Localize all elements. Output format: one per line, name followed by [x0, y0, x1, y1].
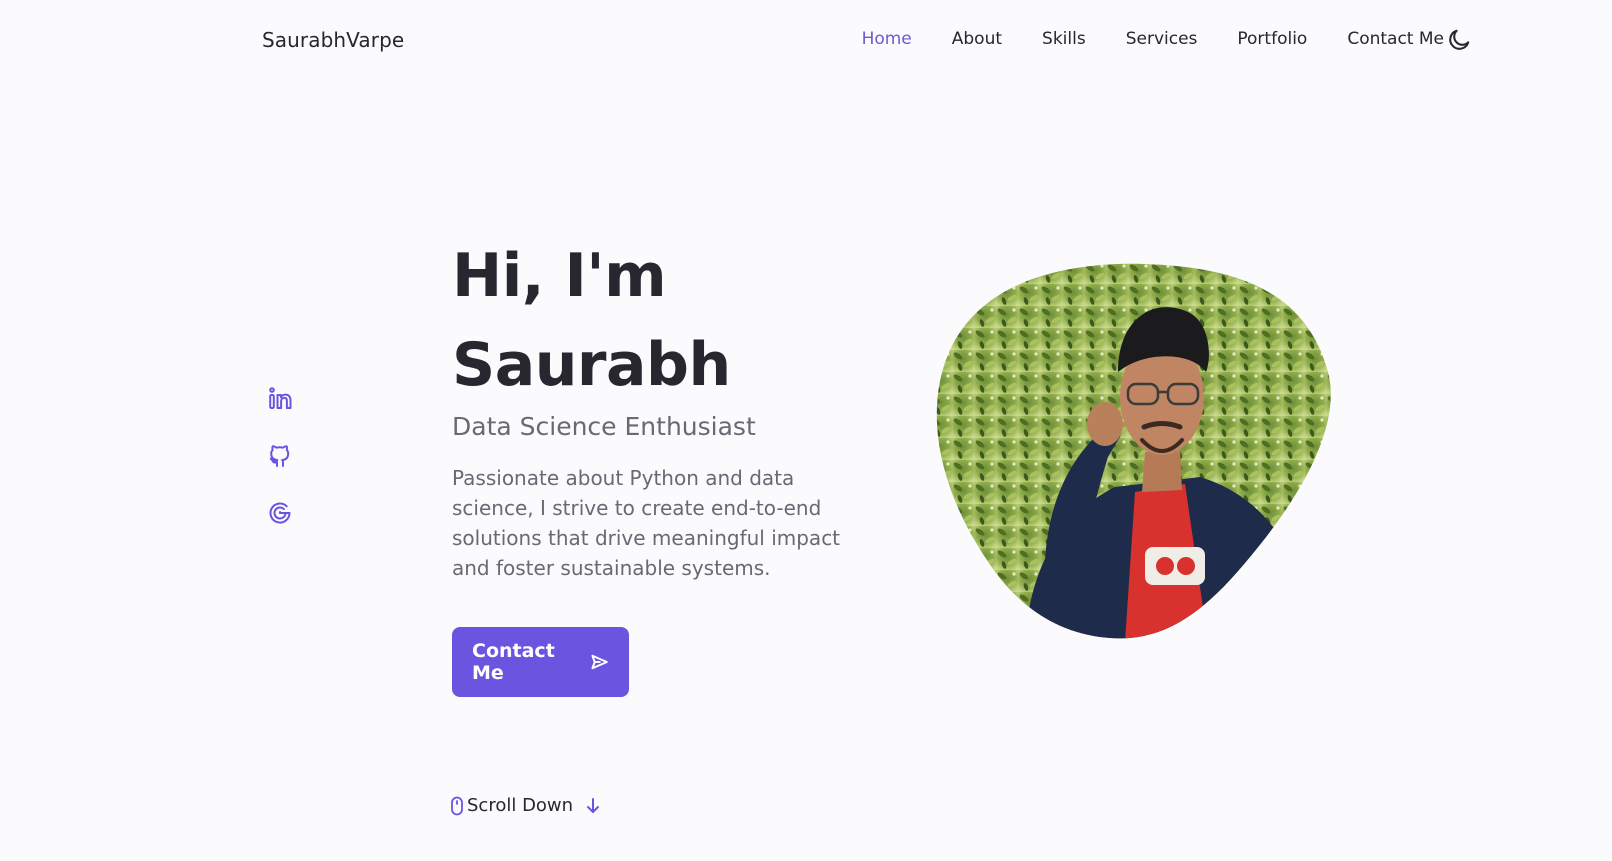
google-icon[interactable] — [266, 499, 294, 527]
contact-me-button[interactable]: Contact Me — [452, 627, 629, 697]
site-header: SaurabhVarpe Home About Skills Services … — [0, 0, 1612, 82]
github-icon[interactable] — [266, 442, 294, 470]
social-links — [266, 385, 294, 556]
send-icon — [591, 654, 608, 670]
hero-section: Hi, I'm Saurabh Data Science Enthusiast … — [452, 232, 882, 697]
arrow-down-icon — [587, 797, 600, 813]
scroll-down-label: Scroll Down — [467, 795, 574, 816]
moon-icon[interactable] — [1446, 27, 1472, 53]
nav-skills[interactable]: Skills — [1042, 29, 1086, 49]
site-logo[interactable]: SaurabhVarpe — [262, 28, 404, 52]
nav-portfolio[interactable]: Portfolio — [1237, 29, 1307, 49]
mouse-icon — [451, 796, 463, 815]
hero-title-line1: Hi, I'm — [452, 241, 667, 311]
scroll-down-link[interactable]: Scroll Down — [450, 795, 601, 816]
nav-contact[interactable]: Contact Me — [1347, 29, 1444, 49]
hero-subtitle: Data Science Enthusiast — [452, 412, 756, 441]
nav-home[interactable]: Home — [862, 29, 912, 49]
nav-about[interactable]: About — [952, 29, 1002, 49]
linkedin-icon[interactable] — [266, 385, 294, 413]
hero-description: Passionate about Python and data science… — [452, 466, 841, 580]
main-nav: Home About Skills Services Portfolio Con… — [822, 29, 1444, 49]
nav-services[interactable]: Services — [1126, 29, 1198, 49]
hero-title: Hi, I'm Saurabh — [452, 232, 882, 410]
contact-me-label: Contact Me — [472, 640, 555, 684]
profile-image — [930, 262, 1335, 642]
hero-title-line2: Saurabh — [452, 330, 731, 400]
